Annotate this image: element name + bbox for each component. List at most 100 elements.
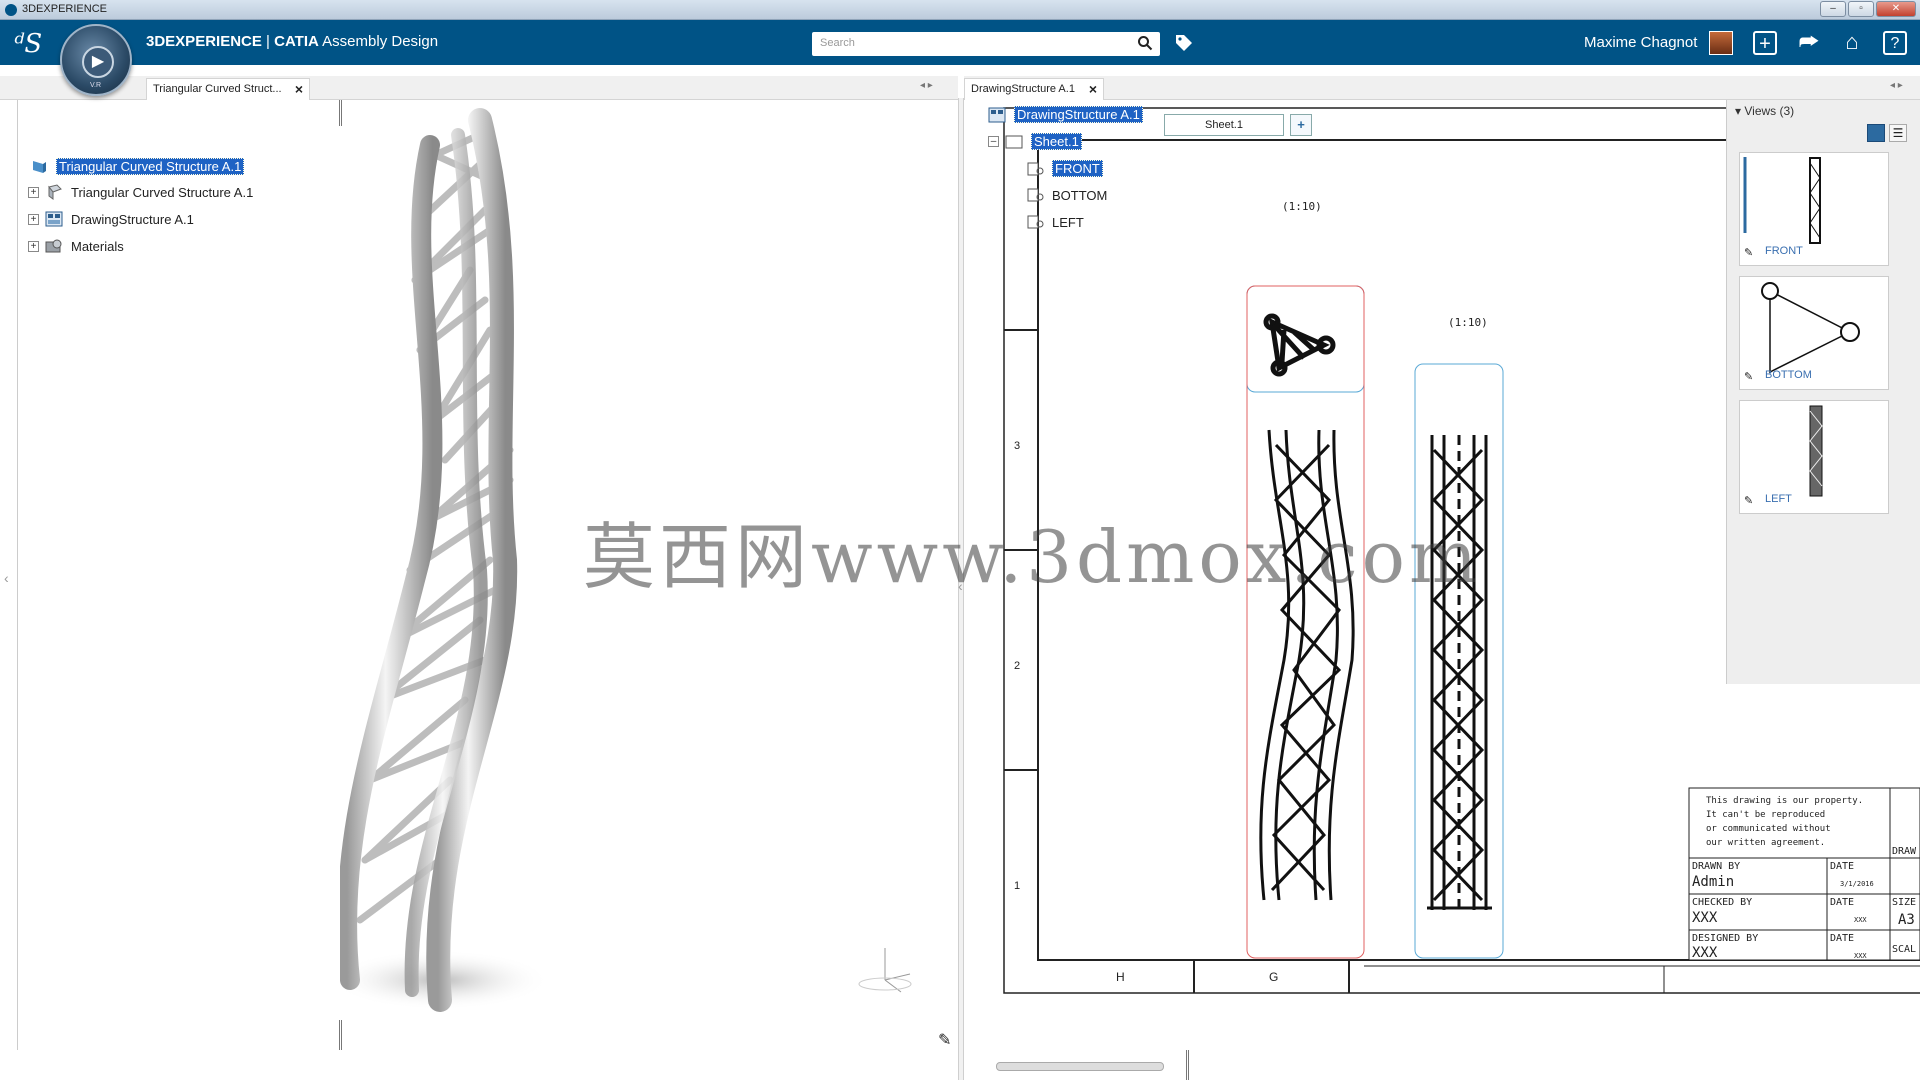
row-number: 1 — [1014, 880, 1021, 892]
minimize-button[interactable]: – — [1820, 1, 1846, 17]
app-name-label: Assembly Design — [322, 33, 439, 50]
list-view-icon[interactable]: ☰ — [1889, 124, 1907, 142]
views-panel: ▾ Views (3) ☰ ✎ FRONT ✎ BOTTOM ✎ LEFT — [1726, 100, 1920, 684]
expand-icon[interactable]: + — [28, 240, 39, 252]
view-label[interactable]: BOTTOM — [1052, 188, 1107, 203]
edit-icon[interactable]: ✎ — [1744, 494, 1753, 507]
maximize-button[interactable]: ▫ — [1848, 1, 1874, 17]
scale-label: (1:10) — [1282, 200, 1322, 213]
drawing-tree-root[interactable]: DrawingStructure A.1 — [988, 106, 1143, 123]
collapse-left-icon[interactable]: ‹ — [4, 570, 9, 586]
search-input[interactable]: Search — [812, 32, 1160, 56]
tab-drawing-structure[interactable]: DrawingStructure A.1 × — [964, 78, 1104, 100]
bottom-thumb-image — [1761, 282, 1860, 374]
tree-item[interactable]: + Materials — [28, 238, 124, 254]
drawn-date-value: 3/1/2016 — [1840, 880, 1874, 888]
view-thumb-label: FRONT — [1765, 245, 1803, 257]
designed-by-value: XXX — [1692, 945, 1718, 961]
drawing-root-label[interactable]: DrawingStructure A.1 — [1014, 106, 1143, 123]
view-thumb-left[interactable]: ✎ LEFT — [1739, 400, 1889, 514]
tree-item-label[interactable]: Triangular Curved Structure A.1 — [71, 185, 253, 200]
view-thumb-label: BOTTOM — [1765, 369, 1812, 381]
window-title: 3DEXPERIENCE — [22, 3, 107, 15]
share-icon[interactable]: ⮫ — [1795, 29, 1823, 57]
tree-item-label[interactable]: DrawingStructure A.1 — [71, 212, 194, 227]
edit-icon[interactable]: ✎ — [1744, 370, 1753, 383]
close-window-button[interactable]: ✕ — [1876, 1, 1916, 17]
row-number: 3 — [1014, 440, 1021, 452]
home-icon[interactable]: ⌂ — [1838, 29, 1866, 57]
notice-line: This drawing is our property. — [1706, 796, 1864, 806]
sheet-node[interactable]: – Sheet.1 — [988, 133, 1082, 150]
checked-date-value: XXX — [1854, 916, 1867, 924]
views-panel-title[interactable]: ▾ Views (3) — [1735, 104, 1794, 118]
date-label: DATE — [1830, 933, 1855, 944]
edit-icon[interactable]: ✎ — [1744, 246, 1753, 259]
tree-item[interactable]: + Triangular Curved Structure A.1 — [28, 184, 253, 200]
window-titlebar: 3DEXPERIENCE – ▫ ✕ — [0, 0, 1920, 20]
tree-item-label[interactable]: Materials — [71, 239, 124, 254]
front-thumb-image — [1743, 157, 1821, 244]
expand-icon[interactable]: + — [28, 213, 39, 225]
avatar[interactable] — [1709, 31, 1733, 55]
help-icon[interactable]: ? — [1883, 31, 1907, 55]
scale-label: (1:10) — [1448, 316, 1488, 329]
left-tabstrip: Triangular Curved Struct... × ◂ ▸ — [0, 76, 958, 100]
view-icon — [1027, 162, 1044, 175]
view-node[interactable]: FRONT — [1026, 160, 1103, 177]
view-node[interactable]: LEFT — [1026, 214, 1084, 230]
tab-scroll-arrows[interactable]: ◂ ▸ — [920, 80, 933, 91]
compass-label: V.R — [90, 82, 102, 89]
compass-widget[interactable]: ▶ V.R — [60, 24, 132, 96]
play-icon[interactable]: ▶ — [82, 46, 114, 78]
axis-triad-icon[interactable] — [855, 940, 925, 1000]
ds-logo-icon[interactable]: ᵈS — [14, 29, 42, 59]
views-panel-title-text: Views (3) — [1744, 104, 1795, 118]
size-label: SIZE — [1892, 897, 1917, 908]
truss-3d-model[interactable] — [340, 100, 600, 1030]
tree-root-label[interactable]: Triangular Curved Structure A.1 — [56, 158, 245, 175]
checked-by-value: XXX — [1692, 910, 1718, 926]
app-icon — [5, 4, 17, 16]
col-letter: G — [1269, 970, 1279, 984]
tree-root[interactable]: Triangular Curved Structure A.1 — [30, 158, 245, 175]
view-thumb-front[interactable]: ✎ FRONT — [1739, 152, 1889, 266]
tree-item[interactable]: + DrawingStructure A.1 — [28, 211, 194, 227]
close-icon[interactable]: × — [295, 81, 303, 97]
search-icon[interactable] — [1137, 35, 1153, 51]
left-thumb-image — [1809, 405, 1823, 497]
search-placeholder: Search — [820, 37, 855, 49]
view-thumb-label: LEFT — [1765, 493, 1792, 505]
view-label[interactable]: LEFT — [1052, 215, 1084, 230]
row-number: 2 — [1014, 660, 1021, 672]
pane-grip-bottom[interactable] — [1186, 1050, 1189, 1080]
view-icon — [1027, 215, 1044, 229]
sheet-label[interactable]: Sheet.1 — [1031, 133, 1082, 150]
user-name[interactable]: Maxime Chagnot — [1584, 34, 1697, 51]
add-icon[interactable]: + — [1753, 31, 1777, 55]
size-value: A3 — [1898, 912, 1915, 928]
draw-label: DRAW — [1892, 846, 1917, 857]
top-bar: ᵈS 3DEXPERIENCE | CATIA Assembly Design … — [0, 20, 1920, 65]
collapse-node-icon[interactable]: – — [988, 136, 999, 147]
horizontal-scrollbar[interactable] — [996, 1062, 1164, 1071]
tag-icon[interactable] — [1174, 33, 1194, 53]
grid-view-icon[interactable] — [1867, 124, 1885, 142]
tab-triangular-structure[interactable]: Triangular Curved Struct... × — [146, 78, 310, 100]
tab-scroll-arrows[interactable]: ◂ ▸ — [1890, 80, 1903, 91]
add-sheet-button[interactable]: + — [1290, 114, 1312, 136]
expand-icon[interactable]: + — [28, 186, 39, 198]
drawing-icon — [988, 107, 1006, 122]
materials-icon — [45, 239, 62, 253]
sheet-tab[interactable]: Sheet.1 — [1164, 114, 1284, 136]
view-thumb-bottom[interactable]: ✎ BOTTOM — [1739, 276, 1889, 390]
view-label[interactable]: FRONT — [1052, 160, 1103, 177]
view-node[interactable]: BOTTOM — [1026, 187, 1107, 203]
close-icon[interactable]: × — [1089, 81, 1097, 97]
date-label: DATE — [1830, 897, 1855, 908]
watermark-text: 莫西网www.3dmox.com — [583, 515, 1482, 599]
pencil-icon[interactable]: ✎ — [938, 1030, 951, 1050]
tab-label: Triangular Curved Struct... — [153, 83, 282, 95]
designed-by-label: DESIGNED BY — [1692, 933, 1759, 944]
sheet-tab-label: Sheet.1 — [1205, 119, 1243, 131]
